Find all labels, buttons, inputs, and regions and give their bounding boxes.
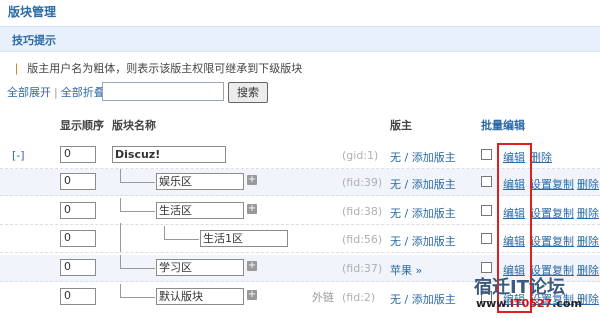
forum-name-input[interactable]: Discuz!: [112, 146, 226, 163]
search-button[interactable]: 搜索: [228, 82, 268, 103]
order-value: 0: [64, 231, 71, 244]
order-value: 0: [64, 174, 71, 187]
watermark-url-prefix: www.: [476, 297, 510, 310]
delete-link[interactable]: 删除: [577, 176, 599, 192]
header-order: 显示顺序: [60, 119, 104, 132]
forum-id: (fid:2): [342, 291, 376, 304]
copy-settings-link[interactable]: 设置复制: [530, 176, 574, 192]
batch-edit-checkbox[interactable]: [481, 262, 492, 273]
tree-trunk: [120, 223, 121, 252]
forum-id: (gid:1): [342, 149, 379, 162]
delete-link[interactable]: 删除: [530, 149, 552, 165]
batch-edit-checkbox[interactable]: [481, 149, 492, 160]
add-subforum-icon[interactable]: +: [247, 290, 257, 300]
order-input[interactable]: 0: [60, 146, 96, 163]
delete-link[interactable]: 删除: [577, 233, 599, 249]
collapse-toggle[interactable]: [-]: [12, 149, 25, 162]
tip-text: 版主用户名为粗体，则表示该版主权限可继承到下级版块: [27, 62, 303, 75]
watermark-url-suffix: .com: [552, 297, 582, 310]
delete-link[interactable]: 删除: [577, 262, 599, 278]
order-input[interactable]: 0: [60, 202, 96, 219]
watermark-url-brand: IT0527: [509, 297, 553, 310]
batch-edit-checkbox[interactable]: [481, 205, 492, 216]
copy-settings-link[interactable]: 设置复制: [530, 233, 574, 249]
header-name: 版块名称: [112, 119, 156, 132]
add-subforum-icon[interactable]: +: [247, 204, 257, 214]
batch-edit-checkbox[interactable]: [481, 233, 492, 244]
watermark-url: www.IT0527.com: [476, 297, 582, 310]
add-subforum-icon[interactable]: +: [247, 175, 257, 185]
forum-name-input[interactable]: 娱乐区: [156, 173, 244, 190]
page-title: 版块管理: [8, 5, 57, 19]
forum-name-input[interactable]: 默认版块: [156, 288, 244, 305]
tree-connector: [120, 198, 155, 212]
moderator-link[interactable]: 无 / 添加版主: [390, 176, 456, 192]
forum-id: (fid:56): [342, 233, 383, 246]
forum-id: (fid:37): [342, 262, 383, 275]
batch-edit-checkbox[interactable]: [481, 176, 492, 187]
moderator-link[interactable]: 无 / 添加版主: [390, 233, 456, 249]
tree-connector: [120, 169, 155, 183]
order-value: 0: [64, 260, 71, 273]
tree-connector: [120, 284, 155, 298]
forum-id: (fid:38): [342, 205, 383, 218]
toolbar-separator: |: [54, 86, 58, 99]
order-value: 0: [64, 203, 71, 216]
forum-name-input[interactable]: 学习区: [156, 259, 244, 276]
tips-title: 技巧提示: [12, 34, 56, 47]
search-input[interactable]: [102, 82, 224, 101]
tips-bar: 技巧提示: [0, 26, 600, 52]
external-link-label: 外链: [312, 291, 334, 304]
header-moderator: 版主: [390, 119, 412, 132]
forum-name-input[interactable]: 生活1区: [200, 230, 288, 247]
moderator-link[interactable]: 无 / 添加版主: [390, 149, 456, 165]
forum-name-input[interactable]: 生活区: [156, 202, 244, 219]
delete-link[interactable]: 删除: [577, 205, 599, 221]
order-input[interactable]: 0: [60, 259, 96, 276]
order-value: 0: [64, 289, 71, 302]
moderator-link[interactable]: 无 / 添加版主: [390, 291, 456, 307]
expand-all-link[interactable]: 全部展开: [7, 86, 51, 99]
tree-connector: [120, 255, 155, 269]
forum-id: (fid:39): [342, 176, 383, 189]
add-subforum-icon[interactable]: +: [247, 261, 257, 271]
watermark-title: 宿迁IT论坛: [474, 277, 565, 298]
tip-line: ❘ 版主用户名为粗体，则表示该版主权限可继承到下级版块: [12, 60, 302, 76]
moderator-link[interactable]: 苹果 »: [390, 262, 422, 278]
toolbar: 全部展开 | 全部折叠: [7, 84, 105, 100]
lightbulb-icon: ❘: [12, 62, 22, 75]
header-batch-edit[interactable]: 批量编辑: [481, 117, 525, 133]
order-value: 0: [64, 147, 71, 160]
collapse-all-link[interactable]: 全部折叠: [61, 86, 105, 99]
tree-connector: [164, 226, 199, 240]
order-input[interactable]: 0: [60, 288, 96, 305]
moderator-link[interactable]: 无 / 添加版主: [390, 205, 456, 221]
order-input[interactable]: 0: [60, 230, 96, 247]
copy-settings-link[interactable]: 设置复制: [530, 205, 574, 221]
order-input[interactable]: 0: [60, 173, 96, 190]
